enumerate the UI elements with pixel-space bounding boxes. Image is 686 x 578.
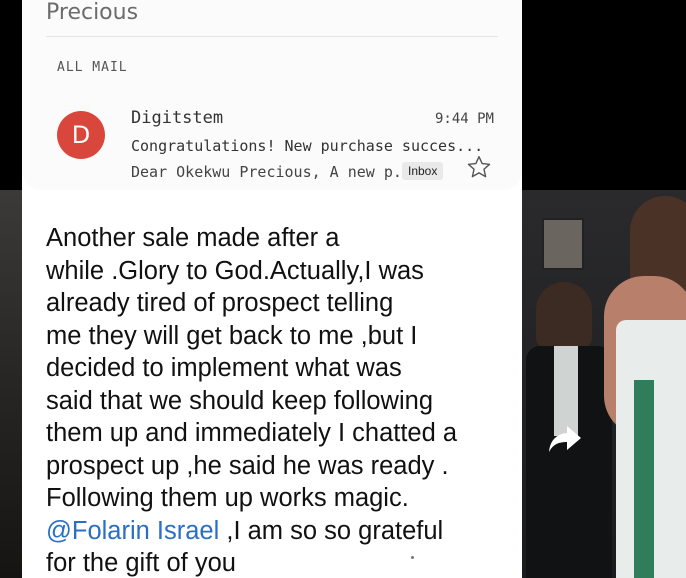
post-caption: Another sale made after a while .Glory t…	[46, 222, 516, 578]
inbox-label-badge: Inbox	[402, 162, 444, 180]
caption-line: while .Glory to God.Actually,I was	[46, 256, 424, 285]
caption-line: me they will get back to me ,but I	[46, 321, 418, 350]
caption-line: prospect up ,he said he was ready .	[46, 451, 449, 480]
sender-avatar[interactable]: D	[57, 111, 105, 159]
caption-line: Another sale made after a	[46, 224, 340, 252]
star-icon[interactable]	[466, 154, 492, 180]
contact-name: Precious	[46, 0, 139, 25]
folder-label: ALL MAIL	[57, 60, 128, 75]
caption-line: them up and immediately I chatted a	[46, 419, 458, 447]
background-photo-right	[522, 0, 686, 578]
email-time: 9:44 PM	[434, 111, 494, 127]
email-card: Precious ALL MAIL D Digitstem 9:44 PM Co…	[22, 0, 522, 578]
caption-line: already tired of prospect telling	[46, 289, 394, 317]
caption-line: decided to implement what was	[46, 354, 402, 382]
share-arrow-icon[interactable]	[548, 424, 582, 454]
mention-link[interactable]: @Folarin Israel	[46, 517, 219, 545]
email-sender[interactable]: Digitstem	[131, 108, 223, 128]
email-subject[interactable]: Congratulations! New purchase succes...	[131, 137, 483, 155]
caption-line: said that we should keep following	[46, 386, 433, 415]
caption-line: for the gift of you	[46, 549, 236, 577]
caption-line: Following them up works magic.	[46, 484, 409, 512]
email-list-panel: Precious ALL MAIL D Digitstem 9:44 PM Co…	[22, 0, 522, 190]
artifact-dot	[411, 556, 414, 559]
caption-line-mention: @Folarin Israel ,I am so so grateful	[46, 515, 516, 548]
divider	[46, 36, 498, 37]
email-snippet[interactable]: Dear Okekwu Precious, A new p...	[131, 163, 420, 181]
background-photo-left	[0, 0, 22, 578]
caption-text: ,I am so so grateful	[219, 516, 444, 545]
